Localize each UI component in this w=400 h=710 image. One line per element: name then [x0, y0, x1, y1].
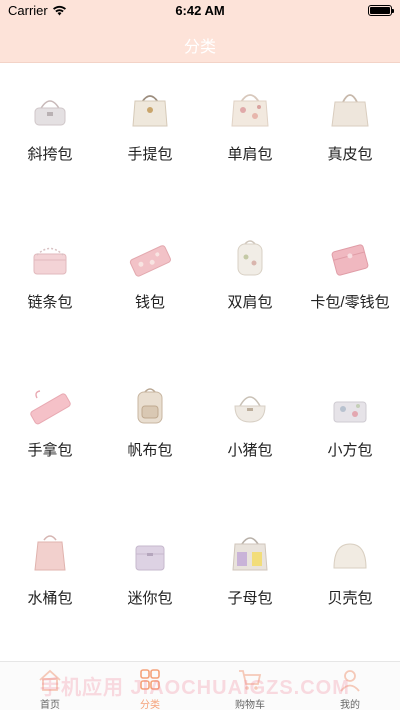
- category-label: 子母包: [227, 590, 273, 607]
- category-item-card-holder[interactable]: 卡包/零钱包: [300, 212, 400, 360]
- category-label: 卡包/零钱包: [310, 294, 390, 311]
- tab-profile[interactable]: 我的: [300, 662, 400, 710]
- category-label: 手拿包: [27, 442, 73, 459]
- category-item-shell[interactable]: 贝壳包: [300, 508, 400, 656]
- handbag-icon: [132, 95, 168, 127]
- mother-bag-icon: [232, 537, 268, 571]
- category-grid: 斜挎包 手提包 单肩包 真皮包 链条包 钱包 双肩包 卡包/零钱包 手拿包 帆布…: [0, 64, 400, 661]
- category-label: 帆布包: [127, 442, 173, 459]
- tab-label: 首页: [40, 700, 60, 710]
- category-item-canvas[interactable]: 帆布包: [100, 360, 200, 508]
- shoulder-bag-icon: [231, 94, 269, 127]
- category-label: 小方包: [327, 442, 373, 459]
- category-item-handbag[interactable]: 手提包: [100, 64, 200, 212]
- tab-category[interactable]: 分类: [100, 662, 200, 710]
- home-icon: [39, 669, 61, 691]
- category-item-backpack[interactable]: 双肩包: [200, 212, 300, 360]
- category-item-leather[interactable]: 真皮包: [300, 64, 400, 212]
- category-item-square[interactable]: 小方包: [300, 360, 400, 508]
- category-label: 单肩包: [227, 146, 273, 163]
- tab-bar: 首页 分类 购物车 我的: [0, 661, 400, 710]
- category-item-crossbody[interactable]: 斜挎包: [0, 64, 100, 212]
- clock: 6:42 AM: [175, 3, 225, 18]
- category-item-piggy[interactable]: 小猪包: [200, 360, 300, 508]
- shell-bag-icon: [333, 543, 367, 569]
- category-label: 水桶包: [27, 590, 73, 607]
- tab-label: 分类: [140, 700, 160, 710]
- category-label: 链条包: [27, 294, 73, 311]
- category-item-bucket[interactable]: 水桶包: [0, 508, 100, 656]
- category-label: 贝壳包: [327, 590, 373, 607]
- category-label: 迷你包: [127, 590, 173, 607]
- mini-bag-icon: [135, 545, 165, 571]
- tab-home[interactable]: 首页: [0, 662, 100, 710]
- crossbody-bag-icon: [34, 100, 66, 126]
- navigation-bar: 分类: [0, 22, 400, 63]
- tab-label: 我的: [340, 700, 360, 710]
- category-icon: [140, 669, 160, 690]
- category-label: 小猪包: [227, 442, 273, 459]
- backpack-icon: [237, 240, 263, 276]
- category-item-clutch[interactable]: 手拿包: [0, 360, 100, 508]
- category-label: 真皮包: [327, 146, 373, 163]
- category-item-wallet[interactable]: 钱包: [100, 212, 200, 360]
- piggy-bag-icon: [234, 396, 266, 423]
- card-holder-icon: [331, 244, 369, 276]
- category-label: 斜挎包: [27, 146, 73, 163]
- status-bar: Carrier 6:42 AM: [0, 0, 400, 22]
- category-item-chain[interactable]: 链条包: [0, 212, 100, 360]
- category-label: 双肩包: [227, 294, 273, 311]
- bucket-bag-icon: [34, 535, 66, 571]
- category-item-mother[interactable]: 子母包: [200, 508, 300, 656]
- leather-bag-icon: [331, 94, 369, 127]
- category-item-shoulder[interactable]: 单肩包: [200, 64, 300, 212]
- wallet-icon: [129, 245, 171, 277]
- tab-label: 购物车: [235, 700, 265, 710]
- category-label: 手提包: [127, 146, 173, 163]
- tab-cart[interactable]: 购物车: [200, 662, 300, 710]
- cart-icon: [239, 670, 262, 690]
- clutch-icon: [30, 390, 71, 425]
- canvas-bag-icon: [137, 388, 163, 424]
- battery-icon: [368, 5, 394, 16]
- page-title: 分类: [183, 39, 216, 56]
- category-item-mini[interactable]: 迷你包: [100, 508, 200, 656]
- square-bag-icon: [333, 401, 367, 423]
- profile-icon: [340, 670, 360, 692]
- category-label: 钱包: [134, 294, 165, 311]
- chain-bag-icon: [33, 247, 67, 275]
